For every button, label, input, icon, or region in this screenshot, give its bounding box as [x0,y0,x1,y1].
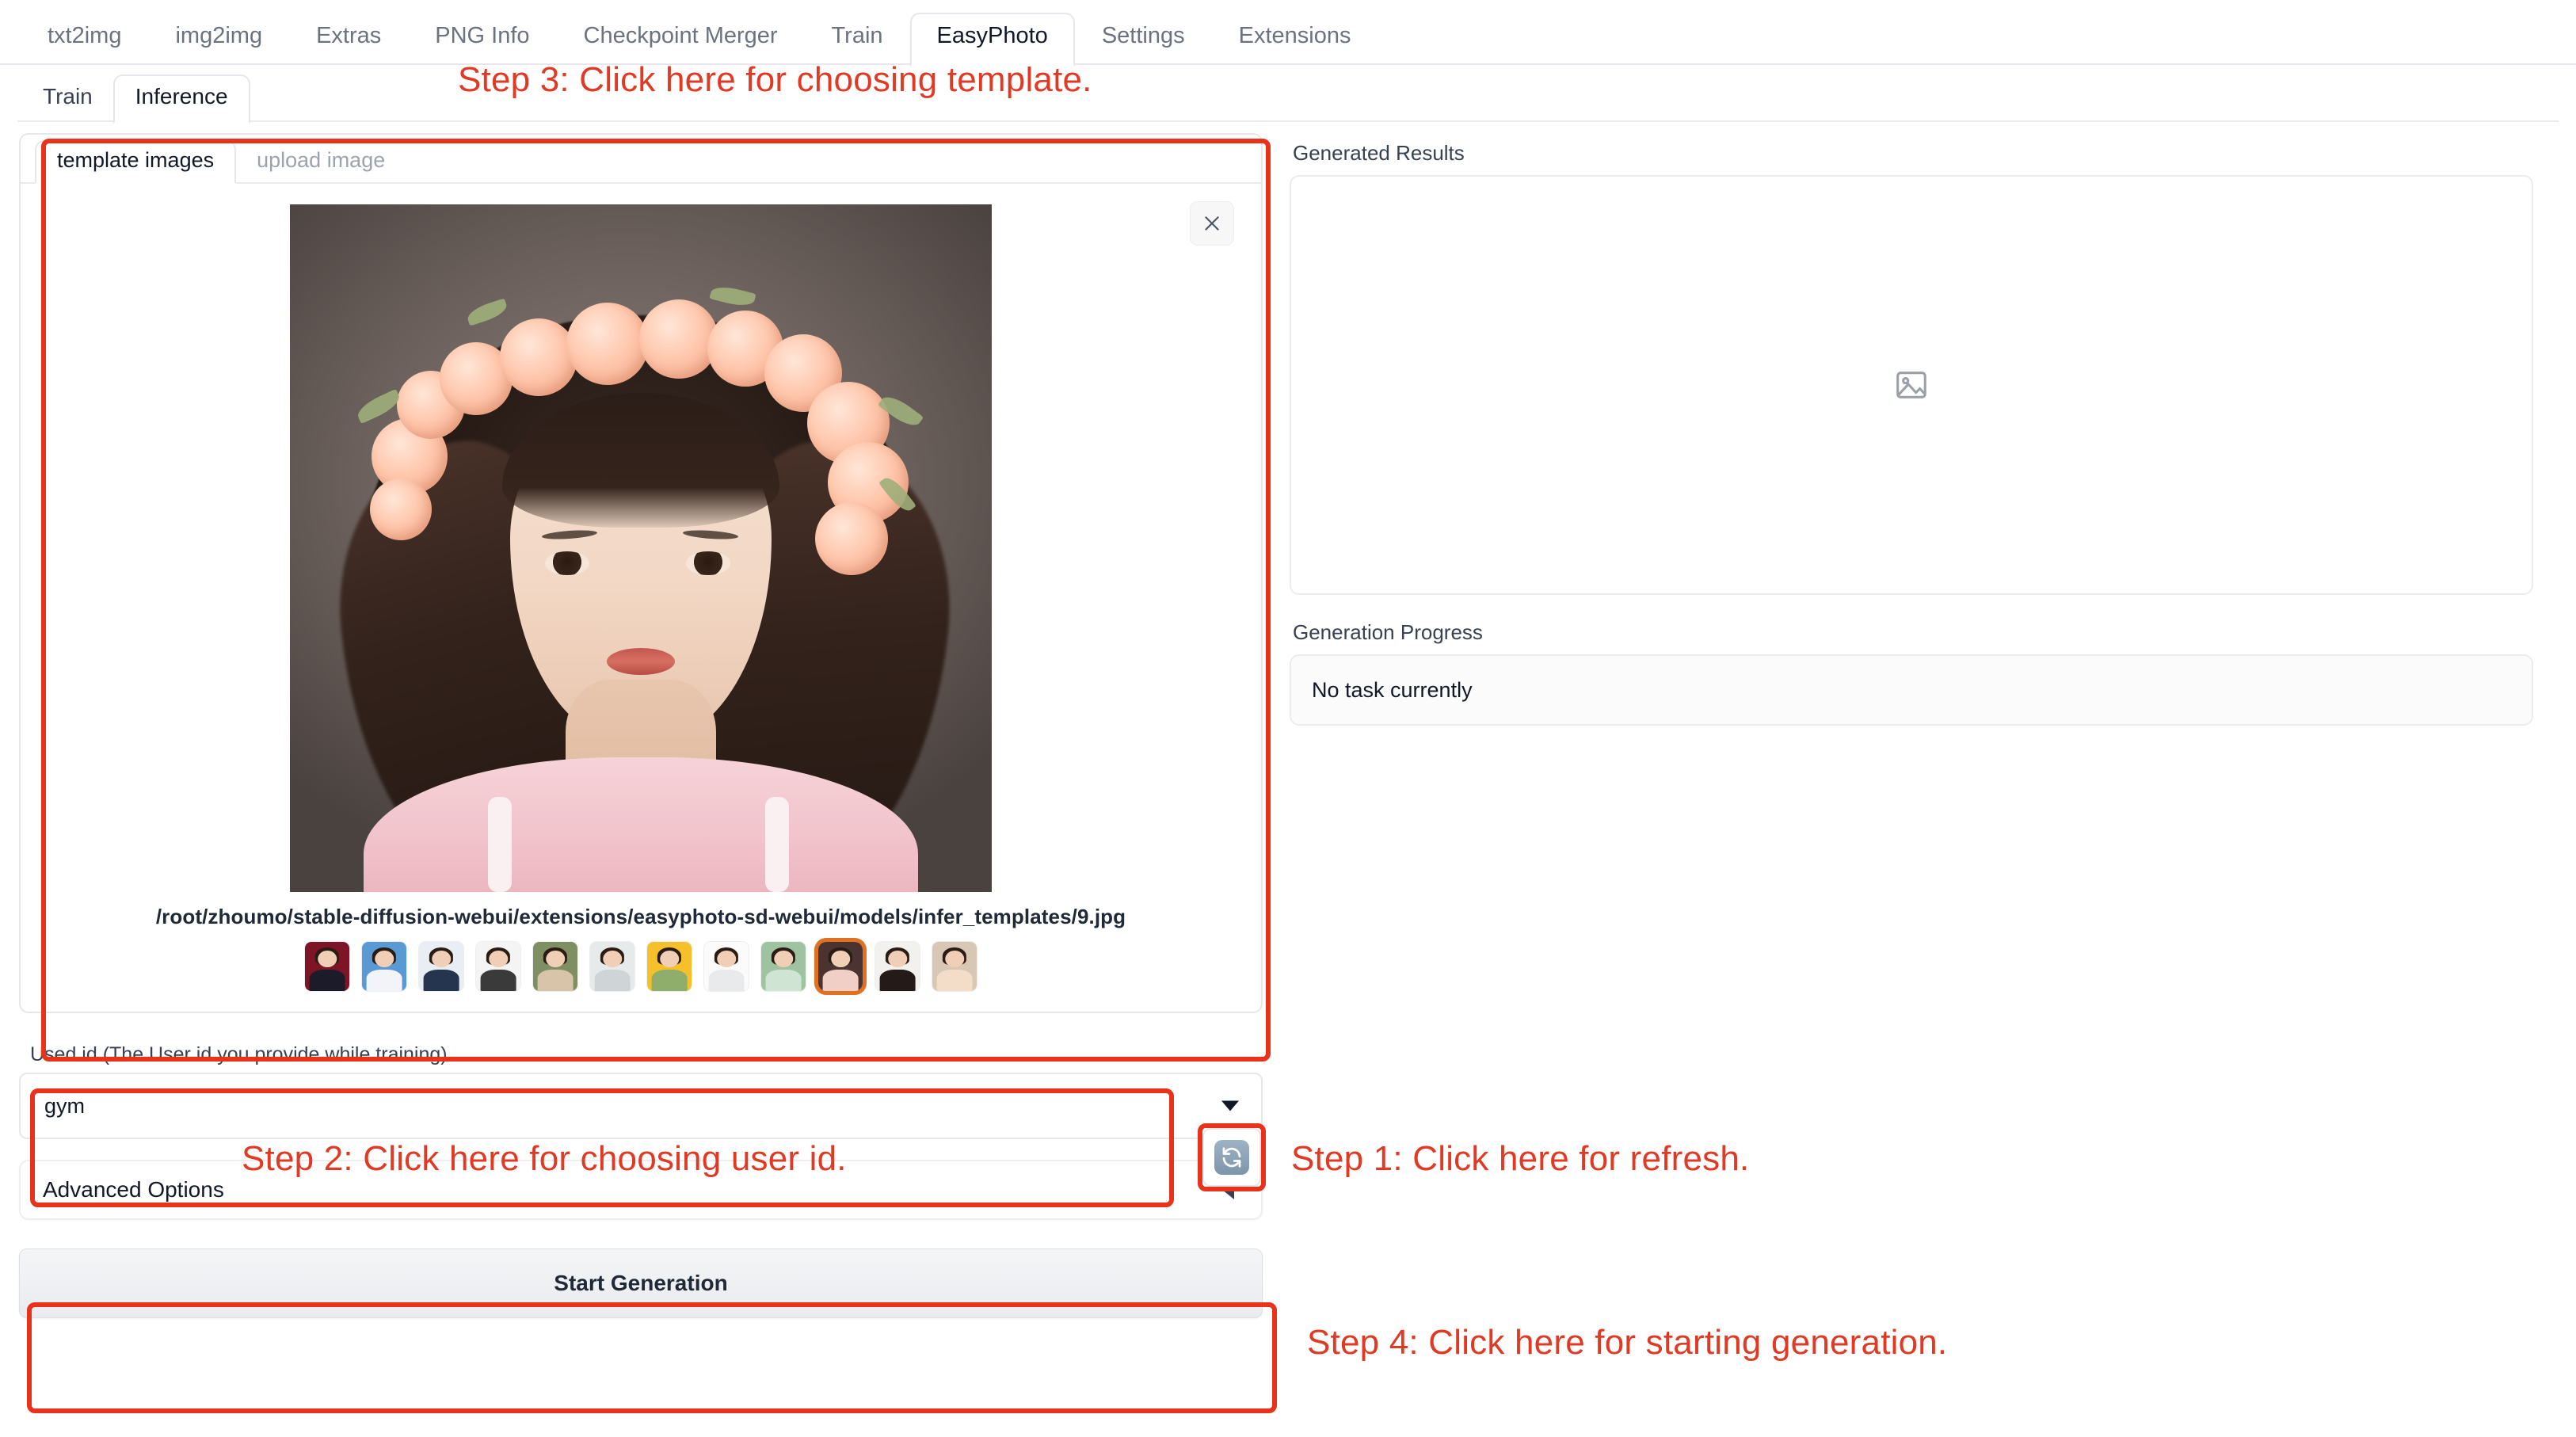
list-item[interactable] [590,942,634,991]
template-thumbnail-strip [21,942,1261,1012]
tab-train[interactable]: Train [805,14,910,65]
tab-img2img[interactable]: img2img [148,14,289,65]
annotation-step-1: Step 1: Click here for refresh. [1291,1139,1749,1179]
list-item[interactable] [647,942,692,991]
list-item[interactable] [362,942,406,991]
template-panel-tabs: template images upload image [21,135,1261,184]
tab-template-images[interactable]: template images [35,140,236,184]
used-id-dropdown[interactable]: gym [19,1073,1263,1139]
close-icon[interactable] [1190,201,1234,246]
easyphoto-sub-tab-bar: Train Inference [0,65,2576,122]
list-item[interactable] [419,942,463,991]
sub-tab-inference[interactable]: Inference [113,74,250,124]
tab-txt2img[interactable]: txt2img [21,14,148,65]
tab-settings[interactable]: Settings [1075,14,1212,65]
refresh-button[interactable] [1202,1128,1261,1187]
template-file-path: /root/zhoumo/stable-diffusion-webui/exte… [21,897,1261,942]
refresh-icon [1214,1140,1249,1175]
tab-png-info[interactable]: PNG Info [408,14,556,65]
tab-extras[interactable]: Extras [289,14,408,65]
chevron-down-icon [1221,1101,1239,1111]
template-images-panel: template images upload image [19,133,1263,1013]
template-preview-image[interactable] [38,198,1244,887]
list-item[interactable] [932,942,977,991]
list-item[interactable] [875,942,920,991]
list-item-selected[interactable] [818,942,863,991]
tab-upload-image[interactable]: upload image [236,142,406,182]
used-id-block: Used id (The User id you provide while t… [19,1037,1263,1139]
tab-checkpoint-merger[interactable]: Checkpoint Merger [557,14,805,65]
used-id-label: Used id (The User id you provide while t… [19,1037,1263,1073]
start-generation-button[interactable]: Start Generation [19,1248,1263,1318]
generated-results-label: Generated Results [1290,133,2533,175]
list-item[interactable] [305,942,349,991]
sub-tab-train[interactable]: Train [22,76,113,122]
advanced-options-label: Advanced Options [21,1177,224,1203]
template-image-stage [21,184,1261,897]
generated-results-gallery[interactable] [1290,175,2533,595]
generation-progress-value: No task currently [1290,654,2533,726]
list-item[interactable] [761,942,806,991]
list-item[interactable] [533,942,577,991]
annotation-step-2: Step 2: Click here for choosing user id. [242,1139,847,1179]
flower-crown [364,323,918,585]
image-placeholder-icon [1893,367,1930,403]
list-item[interactable] [704,942,749,991]
main-tab-bar: txt2img img2img Extras PNG Info Checkpoi… [0,0,2576,65]
tab-extensions[interactable]: Extensions [1212,14,1378,65]
tab-easyphoto[interactable]: EasyPhoto [910,13,1075,67]
used-id-value: gym [21,1094,85,1119]
annotation-step-4: Step 4: Click here for starting generati… [1307,1323,1947,1363]
start-generation-wrap: Start Generation [19,1237,1263,1332]
list-item[interactable] [476,942,520,991]
portrait-illustration [290,204,992,892]
generation-progress-label: Generation Progress [1290,612,2533,654]
